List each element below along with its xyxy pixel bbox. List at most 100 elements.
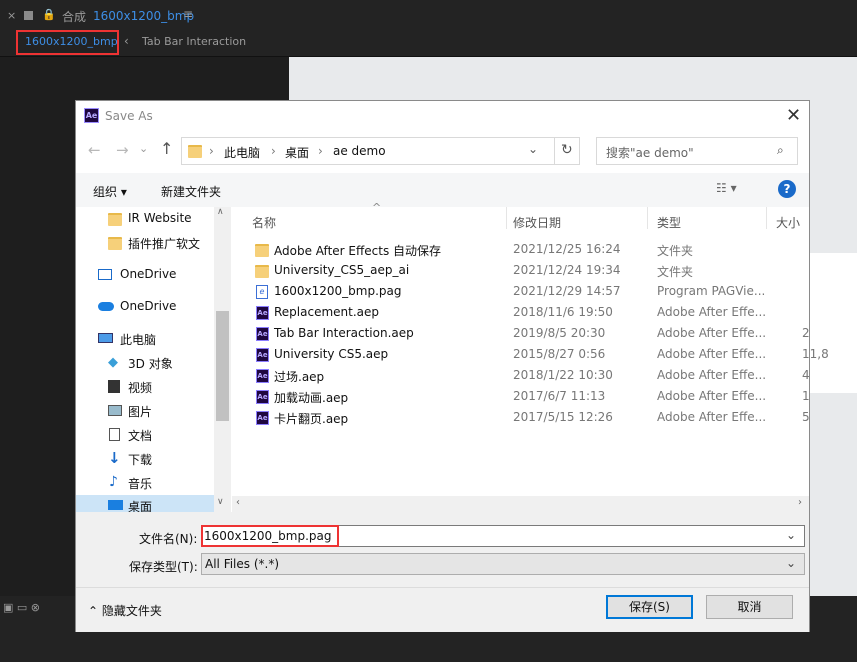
column-header-size[interactable]: 大小 (776, 214, 800, 231)
refresh-button[interactable]: ↻ (554, 137, 580, 165)
viewer-controls-icon[interactable]: ▣ ▭ ⊗ (3, 601, 40, 614)
chevron-down-icon[interactable]: ⌄ (139, 142, 148, 155)
folder-icon (255, 265, 269, 278)
breadcrumb-sep-icon: › (271, 144, 276, 158)
file-row[interactable]: Ae 加载动画.aep 2017/6/7 11:13 Adobe After Effe… (232, 386, 810, 407)
nav-label: 图片 (128, 405, 153, 419)
scroll-up-icon[interactable]: ∧ (217, 207, 224, 217)
hamburger-icon[interactable]: ≡ (183, 7, 193, 21)
onedrive-cloud-icon (98, 302, 114, 311)
desktop-icon (108, 500, 123, 510)
file-type: Adobe After Effe... (657, 410, 767, 424)
save-as-dialog: Ae Save As ✕ ← → ⌄ ↑ › 此电脑 › 桌面 › ae dem… (75, 100, 829, 632)
refresh-icon: ↻ (561, 142, 573, 158)
breadcrumb-sep-icon: › (318, 144, 323, 158)
view-options-icon[interactable]: ☷ ▾ (716, 181, 737, 195)
aep-file-icon: Ae (256, 348, 269, 362)
column-header-date[interactable]: 修改日期 (513, 214, 561, 231)
file-date: 2018/1/22 10:30 (513, 368, 613, 382)
file-row[interactable]: Ae 卡片翻页.aep 2017/5/15 12:26 Adobe After Eff… (232, 407, 810, 428)
breadcrumb-item[interactable]: 桌面 (285, 144, 309, 161)
up-arrow-icon[interactable]: ↑ (160, 139, 173, 158)
filetype-value: All Files (*.*) (205, 557, 280, 571)
file-name: 过场.aep (274, 370, 325, 384)
3d-objects-icon: ◆ (108, 355, 118, 370)
tab-other[interactable]: Tab Bar Interaction (142, 35, 246, 48)
folder-icon (188, 145, 202, 158)
nav-label: IR Website (128, 211, 192, 225)
aep-file-icon: Ae (256, 306, 269, 320)
file-type: 文件夹 (657, 244, 694, 258)
column-divider[interactable] (647, 207, 648, 229)
nav-item[interactable]: 桌面 (76, 495, 214, 514)
file-date: 2021/12/25 16:24 (513, 242, 621, 256)
nav-label: OneDrive (120, 267, 177, 281)
scroll-left-icon[interactable]: ‹ (236, 497, 240, 508)
help-icon[interactable]: ? (778, 180, 796, 198)
filetype-select[interactable]: All Files (*.*) ⌄ (201, 553, 805, 575)
divider (76, 587, 809, 588)
column-divider[interactable] (766, 207, 767, 229)
save-form: 文件名(N): 1600x1200_bmp.pag ⌄ 保存类型(T): All… (76, 512, 809, 632)
comp-prefix: 合成 (62, 10, 87, 24)
nav-scrollbar-thumb[interactable] (216, 311, 229, 421)
organize-label: 组织 (93, 185, 118, 199)
close-icon[interactable]: × (7, 9, 16, 22)
file-row[interactable]: e 1600x1200_bmp.pag 2021/12/29 14:57 Progra… (232, 281, 809, 302)
file-size: 2 (802, 326, 810, 340)
pag-file-icon: e (256, 285, 268, 299)
address-bar[interactable]: › 此电脑 › 桌面 › ae demo ⌄ (181, 137, 577, 165)
folder-icon (108, 213, 122, 226)
file-list: ^ 名称 修改日期 类型 大小 Adobe After Effects 自动保存… (232, 201, 829, 512)
scroll-down-icon[interactable]: ∨ (217, 497, 224, 507)
aep-file-icon: Ae (256, 411, 269, 425)
file-row[interactable]: University_CS5_aep_ai 2021/12/24 19:34 文件夹 (232, 260, 809, 281)
file-row[interactable]: Ae Replacement.aep 2018/11/6 19:50 Adobe Af… (232, 302, 809, 323)
breadcrumb-item[interactable]: 此电脑 (224, 144, 260, 161)
chevron-down-icon[interactable]: ⌄ (528, 142, 538, 156)
panel-menu-icon[interactable] (24, 11, 33, 20)
comp-name[interactable]: 1600x1200_bmp (93, 9, 194, 23)
save-button[interactable]: 保存(S) (606, 595, 693, 619)
nav-label: 视频 (128, 381, 153, 395)
file-row[interactable]: Ae University CS5.aep 2015/8/27 0:56 Adobe … (232, 344, 829, 365)
pictures-icon (108, 405, 122, 416)
column-header-type[interactable]: 类型 (657, 214, 681, 231)
chevron-down-icon[interactable]: ⌄ (786, 556, 796, 570)
lock-icon[interactable]: 🔒 (42, 8, 56, 21)
tab-active[interactable]: 1600x1200_bmp (25, 35, 118, 48)
file-type: Program PAGVie... (657, 284, 766, 298)
file-row[interactable]: Ae Tab Bar Interaction.aep 2019/8/5 20:30 A… (232, 323, 810, 344)
file-row[interactable]: Adobe After Effects 自动保存 2021/12/25 16:24… (232, 239, 809, 260)
search-input[interactable]: 搜索"ae demo" ⌕ (596, 137, 798, 165)
file-list-hscrollbar[interactable]: ‹ › (232, 496, 809, 513)
scroll-right-icon[interactable]: › (798, 497, 802, 508)
filetype-label: 保存类型(T): (129, 560, 198, 574)
forward-arrow-icon[interactable]: → (116, 141, 129, 159)
comp-content (810, 253, 857, 393)
hide-folders-button[interactable]: ⌃ 隐藏文件夹 (88, 602, 162, 619)
file-name: Adobe After Effects 自动保存 (274, 244, 442, 258)
aep-file-icon: Ae (256, 390, 269, 404)
file-size: 5 (802, 410, 810, 424)
cancel-button[interactable]: 取消 (706, 595, 793, 619)
ae-tab-bar: 1600x1200_bmp ‹ Tab Bar Interaction (0, 30, 857, 57)
new-folder-button[interactable]: 新建文件夹 (161, 183, 221, 200)
search-icon[interactable]: ⌕ (777, 143, 784, 158)
column-divider[interactable] (506, 207, 507, 229)
file-type: Adobe After Effe... (657, 347, 767, 361)
ae-app-icon: Ae (84, 108, 99, 123)
file-name: 卡片翻页.aep (274, 412, 349, 426)
organize-button[interactable]: 组织 ▾ (93, 183, 127, 200)
chevron-down-icon[interactable]: ⌄ (786, 528, 796, 542)
close-icon[interactable]: ✕ (786, 105, 801, 126)
sort-ascending-icon: ^ (372, 201, 382, 214)
file-date: 2015/8/27 0:56 (513, 347, 606, 361)
download-icon: ↓ (108, 449, 121, 467)
breadcrumb-item[interactable]: ae demo (333, 144, 386, 158)
back-arrow-icon[interactable]: ← (88, 141, 101, 159)
file-row[interactable]: Ae 过场.aep 2018/1/22 10:30 Adobe After Effe.… (232, 365, 810, 386)
file-size: 1 (802, 389, 810, 403)
column-header-name[interactable]: 名称 (252, 214, 276, 231)
chevron-left-icon[interactable]: ‹ (124, 34, 129, 48)
